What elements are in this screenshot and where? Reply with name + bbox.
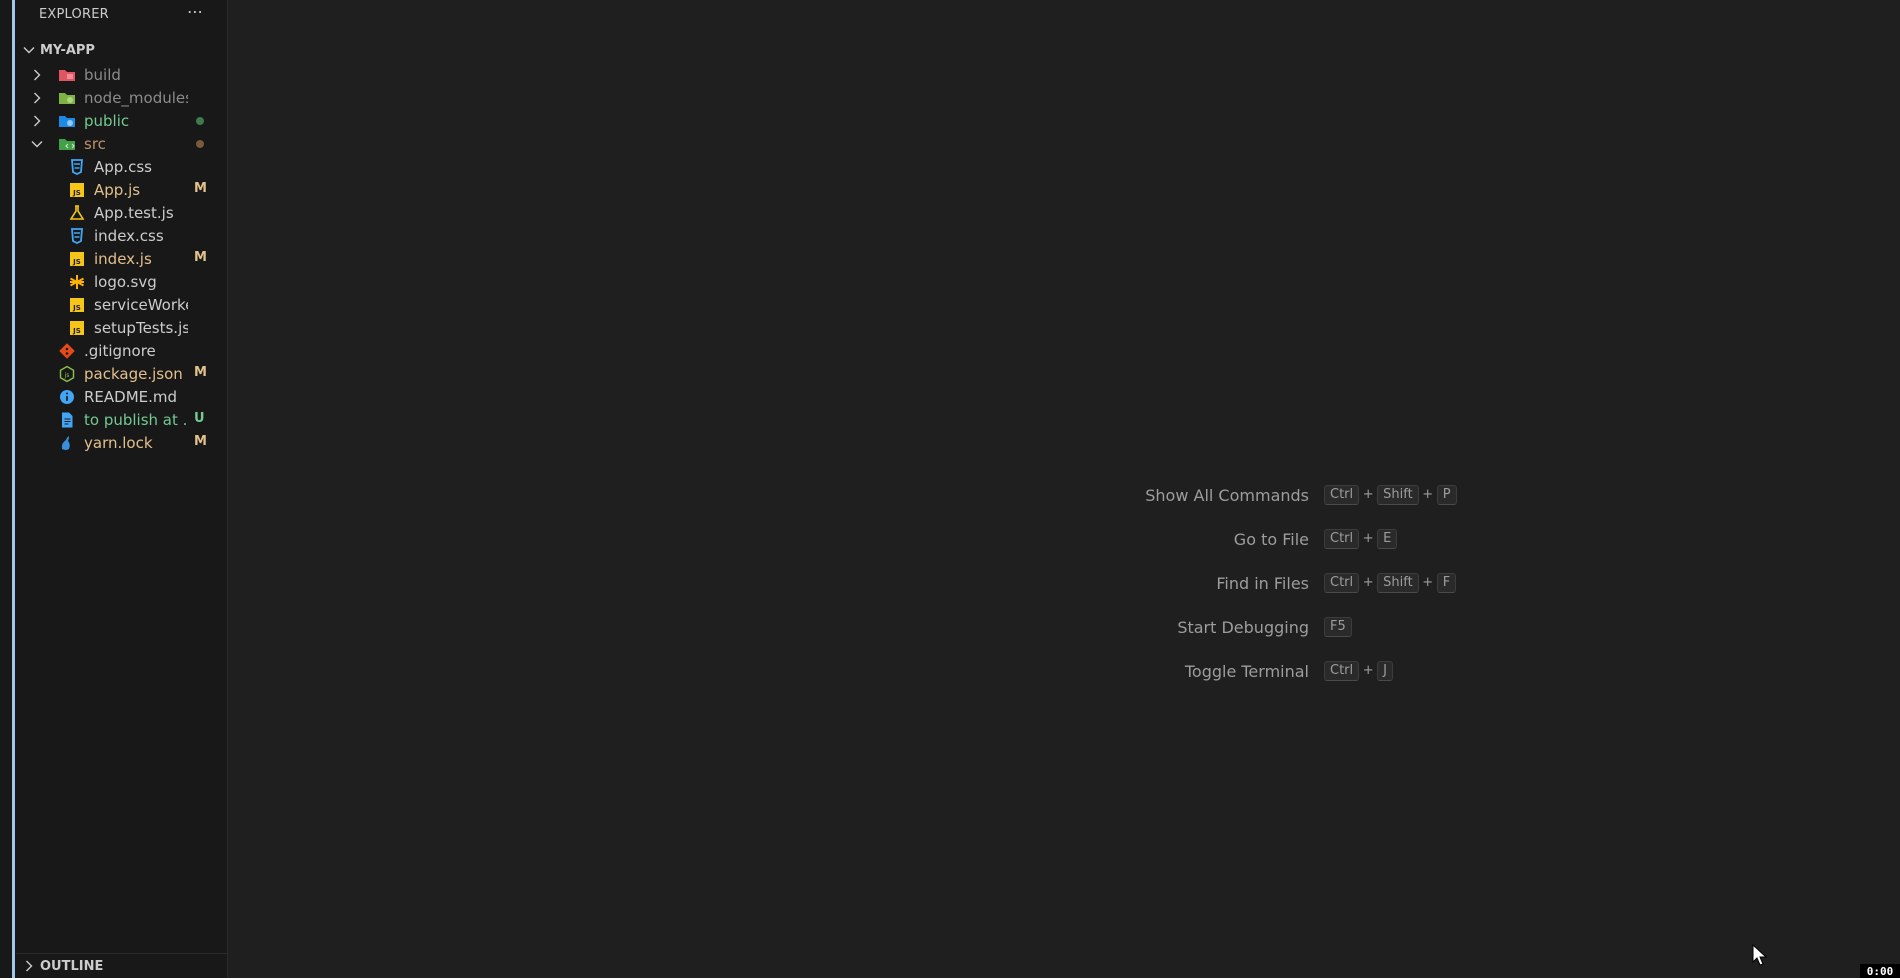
key-cap: Ctrl	[1324, 484, 1360, 505]
svg-asterisk-icon	[68, 273, 86, 291]
info-icon	[58, 388, 76, 406]
file-name: index.css	[94, 227, 164, 245]
folder-name: build	[84, 66, 121, 84]
modified-badge: M	[194, 250, 207, 265]
workspace-root[interactable]: MY-APP	[16, 40, 228, 62]
explorer-title: EXPLORER	[39, 7, 109, 22]
window-left-edge	[0, 0, 16, 978]
editor-empty-area[interactable]: Show All Commands Ctrl + Shift + P Go to File C…	[229, 0, 1900, 978]
svg-text:JS: JS	[72, 304, 81, 312]
shortcut-show-all-commands: Show All Commands Ctrl + Shift + P	[229, 483, 1900, 507]
more-actions-icon[interactable]: ⋯	[184, 3, 206, 25]
untracked-badge: U	[194, 411, 205, 426]
outline-section-header[interactable]: OUTLINE	[16, 953, 228, 978]
js-icon: JS	[68, 296, 86, 314]
git-icon	[58, 342, 76, 360]
changes-dot-indicator	[196, 140, 204, 148]
keybinding: Ctrl + J	[1324, 660, 1393, 682]
file-name: to publish at ...	[84, 411, 188, 429]
key-plus-sign: +	[1362, 487, 1374, 502]
keybinding: Ctrl + Shift + P	[1324, 484, 1457, 506]
file-name: yarn.lock	[84, 434, 153, 452]
shortcut-label: Go to File	[1233, 530, 1309, 549]
key-plus-sign: +	[1362, 531, 1374, 546]
shortcut-toggle-terminal: Toggle Terminal Ctrl + J	[229, 659, 1900, 683]
test-flask-icon	[68, 204, 86, 222]
folder-build-icon	[58, 66, 76, 84]
folder-name: src	[84, 135, 106, 153]
mouse-cursor-icon	[1752, 944, 1768, 966]
explorer-header: EXPLORER ⋯	[16, 0, 228, 30]
file-name: package.json	[84, 365, 183, 383]
key-cap: Shift	[1377, 484, 1419, 505]
svg-text:JS: JS	[72, 327, 81, 335]
file-name: App.css	[94, 158, 152, 176]
key-plus-sign: +	[1362, 575, 1374, 590]
key-cap: Ctrl	[1324, 572, 1360, 593]
explorer-sidebar: EXPLORER ⋯ MY-APP build node_modulespubli…	[16, 0, 228, 978]
key-cap: Shift	[1377, 572, 1419, 593]
keybinding: Ctrl + E	[1324, 528, 1398, 550]
nodejs-icon: js	[58, 365, 76, 383]
shortcut-label: Find in Files	[1216, 574, 1309, 593]
shortcut-go-to-file: Go to File Ctrl + E	[229, 527, 1900, 551]
folder-name: public	[84, 112, 130, 130]
accent-line	[12, 0, 15, 978]
modified-badge: M	[194, 181, 207, 196]
chevron-right-icon	[34, 69, 41, 81]
workspace-root-label: MY-APP	[40, 43, 95, 58]
shortcut-label: Start Debugging	[1177, 618, 1309, 637]
key-cap: F5	[1324, 616, 1352, 637]
key-plus-sign: +	[1422, 487, 1434, 502]
folder-src-icon	[58, 135, 76, 153]
outline-label: OUTLINE	[40, 959, 104, 974]
file-name: App.test.js	[94, 204, 174, 222]
folder-public-icon	[58, 112, 76, 130]
file-item-yarn-lock[interactable]: yarn.lock M	[16, 430, 228, 456]
file-name: README.md	[84, 388, 178, 406]
chevron-down-icon	[31, 141, 43, 148]
chevron-right-icon	[34, 115, 41, 127]
file-name: App.js	[94, 181, 141, 199]
file-name: .gitignore	[84, 342, 156, 360]
shortcut-start-debugging: Start Debugging F5	[229, 615, 1900, 639]
file-name: setupTests.js	[94, 319, 188, 337]
key-plus-sign: +	[1422, 575, 1434, 590]
svg-text:js: js	[64, 372, 70, 379]
css-icon	[68, 158, 86, 176]
svg-text:JS: JS	[72, 258, 81, 266]
chevron-down-icon	[23, 47, 35, 54]
file-name: index.js	[94, 250, 152, 268]
key-cap: P	[1436, 484, 1457, 505]
key-cap: E	[1377, 528, 1398, 549]
modified-badge: M	[194, 434, 207, 449]
svg-text:JS: JS	[72, 189, 81, 197]
shortcut-label: Toggle Terminal	[1184, 662, 1309, 681]
folder-node-icon	[58, 89, 76, 107]
key-cap: F	[1436, 572, 1457, 593]
chevron-right-icon	[34, 92, 41, 104]
shortcut-find-in-files: Find in Files Ctrl + Shift + F	[229, 571, 1900, 595]
key-cap: Ctrl	[1324, 528, 1360, 549]
file-name: serviceWorker.js	[94, 296, 188, 314]
keybinding: Ctrl + Shift + F	[1324, 572, 1457, 594]
modified-badge: M	[194, 365, 207, 380]
file-name: logo.svg	[94, 273, 157, 291]
js-icon: JS	[68, 319, 86, 337]
yarn-icon	[58, 434, 76, 452]
css-icon	[68, 227, 86, 245]
key-cap: J	[1377, 660, 1393, 681]
folder-name: node_modules	[84, 89, 188, 107]
changes-dot-indicator	[196, 117, 204, 125]
js-icon: JS	[68, 250, 86, 268]
chevron-right-icon	[26, 960, 33, 972]
document-icon	[58, 411, 76, 429]
key-plus-sign: +	[1362, 663, 1374, 678]
keybinding: F5	[1324, 616, 1352, 638]
vscode-window: EXPLORER ⋯ MY-APP build node_modulespubli…	[0, 0, 1900, 980]
shortcut-label: Show All Commands	[1145, 486, 1309, 505]
key-cap: Ctrl	[1324, 660, 1360, 681]
js-icon: JS	[68, 181, 86, 199]
